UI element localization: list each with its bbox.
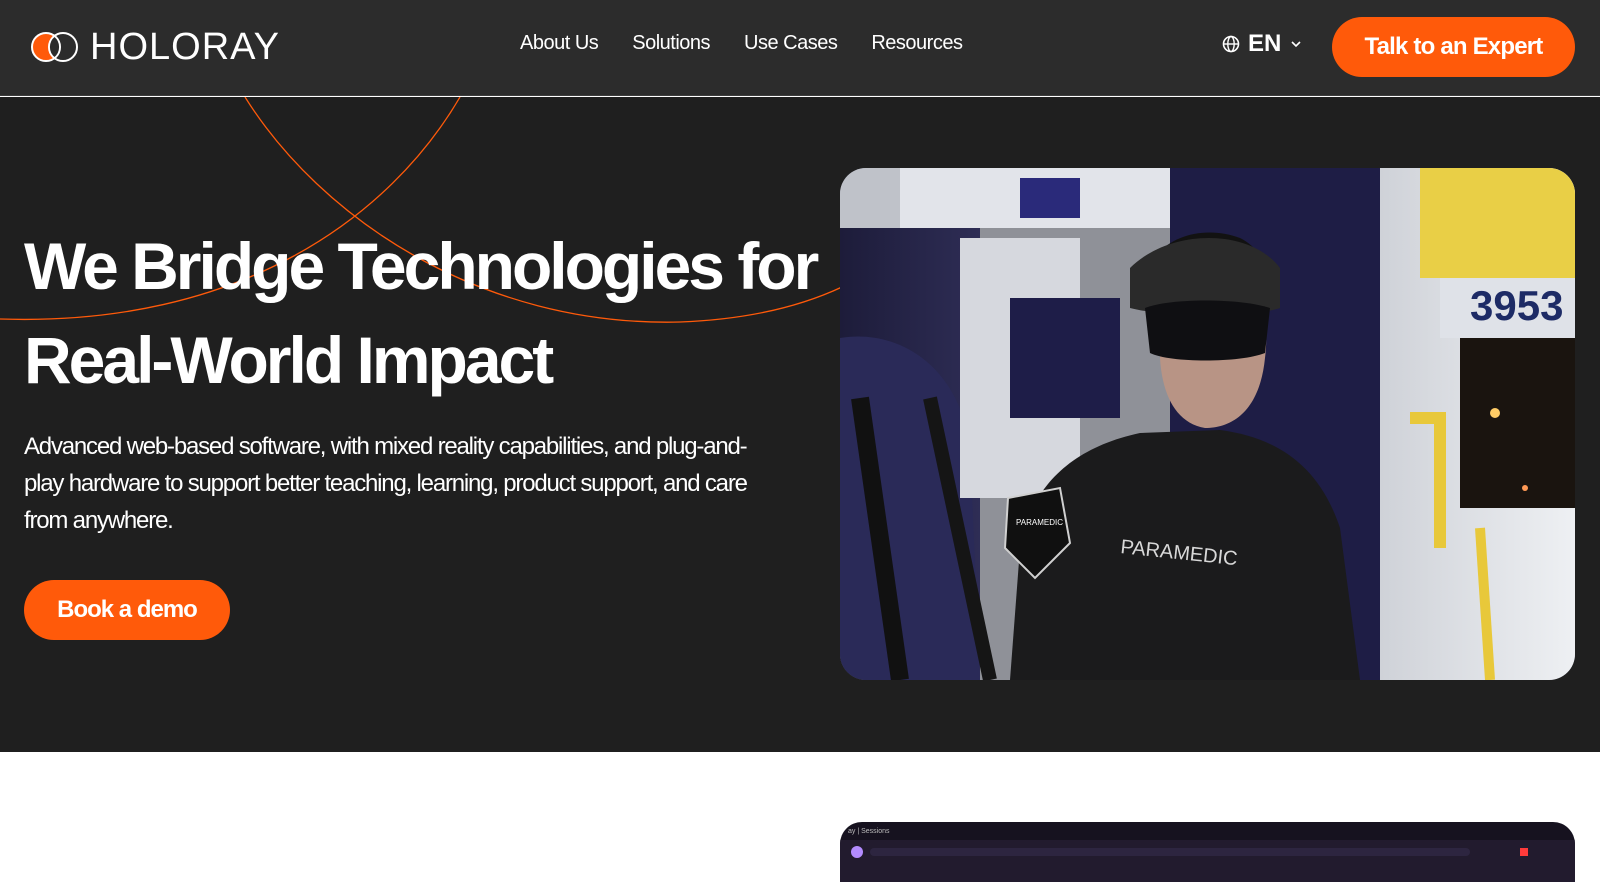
- nav-about-us[interactable]: About Us: [520, 32, 599, 55]
- hero-title-line2: Real-World Impact: [24, 323, 554, 397]
- site-header: HOLORAY About Us Solutions Use Cases Res…: [0, 0, 1600, 96]
- hero-image-paramedic: PARAMEDIC PARAMEDIC 3953: [840, 168, 1575, 680]
- nav-resources[interactable]: Resources: [871, 32, 963, 55]
- language-selector[interactable]: EN: [1222, 30, 1303, 58]
- logo[interactable]: HOLORAY: [30, 26, 280, 68]
- patch-label: PARAMEDIC: [1016, 518, 1063, 527]
- hero-title: We Bridge Technologies for Real-World Im…: [24, 219, 824, 407]
- language-label: EN: [1248, 30, 1282, 57]
- logo-icon: [31, 32, 78, 62]
- logo-text: HOLORAY: [90, 25, 281, 68]
- lower-section: ay | Sessions: [0, 752, 1600, 882]
- paramedic-illustration: PARAMEDIC PARAMEDIC 3953: [840, 168, 1575, 680]
- browser-screenshot-preview: ay | Sessions: [840, 822, 1575, 882]
- unit-number: 3953: [1470, 282, 1563, 329]
- nav-use-cases[interactable]: Use Cases: [744, 32, 838, 55]
- browser-chrome-illustration: [840, 840, 1575, 882]
- book-demo-button[interactable]: Book a demo: [24, 580, 230, 640]
- main-nav: About Us Solutions Use Cases Resources: [520, 32, 963, 55]
- hero-subtitle: Advanced web-based software, with mixed …: [24, 433, 748, 534]
- browser-tab-label: ay | Sessions: [848, 828, 890, 835]
- talk-to-expert-button[interactable]: Talk to an Expert: [1332, 17, 1575, 77]
- hero-title-line1: We Bridge Technologies for: [24, 229, 819, 303]
- globe-icon: [1222, 35, 1240, 53]
- nav-solutions[interactable]: Solutions: [632, 32, 710, 55]
- chevron-down-icon: [1291, 41, 1301, 48]
- hero-section: We Bridge Technologies for Real-World Im…: [0, 97, 1600, 752]
